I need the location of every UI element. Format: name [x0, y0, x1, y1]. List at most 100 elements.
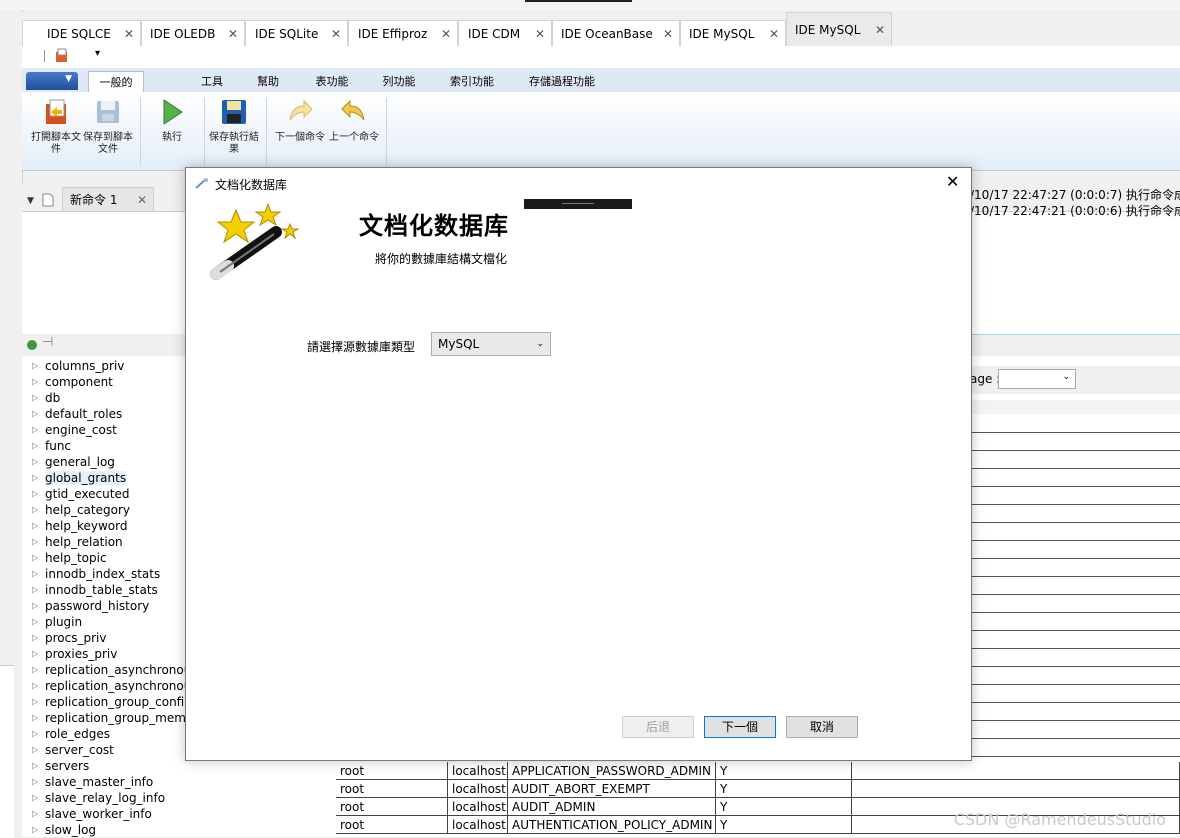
tree-item[interactable]: ▷ help_category — [22, 502, 130, 518]
tree-item[interactable]: ▷ help_topic — [22, 550, 107, 566]
close-icon[interactable]: ✕ — [535, 21, 545, 47]
grid-cell[interactable]: APPLICATION_PASSWORD_ADMIN — [508, 762, 716, 780]
cmd-tab-dropdown-icon[interactable]: ▼ — [27, 196, 34, 206]
grid-cell[interactable] — [852, 780, 1180, 798]
close-icon[interactable]: ✕ — [228, 21, 238, 47]
tree-item[interactable]: ▷ replication_asynchronou — [22, 662, 185, 678]
dialog-drag-handle[interactable] — [524, 199, 632, 209]
ribbon-tab-index[interactable]: 索引功能 — [442, 71, 502, 92]
page-select[interactable]: ⌄ — [998, 369, 1076, 389]
tree-item[interactable]: ▷ replication_group_config — [22, 694, 185, 710]
tree-item[interactable]: ▷ global_grants — [22, 470, 127, 486]
expand-icon[interactable]: ▷ — [32, 678, 38, 694]
save-script-button[interactable]: 保存到腳本文件 — [82, 98, 134, 156]
close-icon[interactable]: ✕ — [663, 21, 673, 47]
grid-cell[interactable]: AUDIT_ADMIN — [508, 798, 716, 816]
tree-item[interactable]: ▷ columns_priv — [22, 358, 124, 374]
grid-cell[interactable]: Y — [716, 780, 852, 798]
doc-tab-cdm[interactable]: IDE CDM ✕ — [458, 20, 552, 46]
expand-icon[interactable]: ▷ — [32, 534, 38, 550]
doc-tab-mysql-active[interactable]: IDE MySQL ✕ — [786, 12, 892, 46]
tree-item[interactable]: ▷ plugin — [22, 614, 82, 630]
new-document-icon[interactable] — [42, 193, 54, 207]
expand-icon[interactable]: ▷ — [32, 374, 38, 390]
application-menu-button[interactable]: ▼ — [26, 72, 78, 90]
back-button[interactable]: 后退 — [622, 716, 694, 738]
grid-cell[interactable]: root — [336, 798, 448, 816]
ribbon-tab-general[interactable]: 一般的 — [88, 71, 144, 92]
tree-item[interactable]: ▷ gtid_executed — [22, 486, 129, 502]
tree-item[interactable]: ▷ innodb_index_stats — [22, 566, 160, 582]
expand-icon[interactable]: ▷ — [32, 630, 38, 646]
cancel-button[interactable]: 取消 — [786, 716, 858, 738]
tree-item[interactable]: ▷ slave_relay_log_info — [22, 790, 165, 806]
close-icon[interactable]: ✕ — [441, 21, 451, 47]
expand-icon[interactable]: ▷ — [32, 454, 38, 470]
tree-item[interactable]: ▷ slow_log — [22, 822, 96, 837]
tree-item[interactable]: ▷ replication_group_memb — [22, 710, 185, 726]
close-icon[interactable]: ✕ — [331, 21, 341, 47]
expand-icon[interactable]: ▷ — [32, 390, 38, 406]
close-icon[interactable]: ✕ — [875, 13, 885, 47]
grid-cell[interactable] — [852, 762, 1180, 780]
grid-cell[interactable]: root — [336, 780, 448, 798]
expand-icon[interactable]: ▷ — [32, 822, 38, 837]
expand-icon[interactable]: ▷ — [32, 742, 38, 758]
grid-cell[interactable]: localhost — [448, 762, 508, 780]
expand-icon[interactable]: ▷ — [32, 358, 38, 374]
source-db-type-select[interactable]: MySQL ⌄ — [431, 332, 551, 356]
expand-icon[interactable]: ▷ — [32, 422, 38, 438]
expand-icon[interactable]: ▷ — [32, 502, 38, 518]
expand-icon[interactable]: ▷ — [32, 438, 38, 454]
next-command-button[interactable]: 下一個命令 — [274, 98, 326, 144]
tree-item[interactable]: ▷ server_cost — [22, 742, 114, 758]
quick-open-icon[interactable] — [54, 48, 70, 64]
doc-tab-sqlce[interactable]: IDE SQLCE ✕ — [22, 20, 141, 46]
next-button[interactable]: 下一個 — [704, 716, 776, 738]
grid-cell[interactable]: root — [336, 762, 448, 780]
expand-icon[interactable]: ▷ — [32, 710, 38, 726]
tree-item[interactable]: ▷ innodb_table_stats — [22, 582, 158, 598]
tree-item[interactable]: ▷ replication_asynchronou — [22, 678, 185, 694]
grid-cell[interactable]: Y — [716, 762, 852, 780]
expand-icon[interactable]: ▷ — [32, 806, 38, 822]
expand-icon[interactable]: ▷ — [32, 566, 38, 582]
tree-item[interactable]: ▷ db — [22, 390, 60, 406]
doc-tab-effiproz[interactable]: IDE Effiproz ✕ — [348, 20, 458, 46]
tree-item[interactable]: ▷ func — [22, 438, 71, 454]
grid-cell[interactable]: localhost — [448, 780, 508, 798]
command-tab-1[interactable]: 新命令 1 ✕ — [62, 187, 154, 211]
tree-item[interactable]: ▷ procs_priv — [22, 630, 106, 646]
open-script-button[interactable]: 打開腳本文件 — [30, 98, 82, 156]
expand-icon[interactable]: ▷ — [32, 758, 38, 774]
tree-item[interactable]: ▷ slave_worker_info — [22, 806, 152, 822]
expand-icon[interactable]: ▷ — [32, 406, 38, 422]
dialog-close-button[interactable]: ✕ — [946, 172, 959, 191]
grid-cell[interactable]: localhost — [448, 798, 508, 816]
grid-cell[interactable]: Y — [716, 816, 852, 834]
doc-tab-oceanbase[interactable]: IDE OceanBase ✕ — [552, 20, 680, 46]
expand-icon[interactable]: ▷ — [32, 582, 38, 598]
tree-item[interactable]: ▷ help_relation — [22, 534, 123, 550]
tree-item[interactable]: ▷ component — [22, 374, 113, 390]
expand-icon[interactable]: ▷ — [32, 662, 38, 678]
tree-item[interactable]: ▷ servers — [22, 758, 89, 774]
expand-icon[interactable]: ▷ — [32, 550, 38, 566]
grid-cell[interactable]: AUTHENTICATION_POLICY_ADMIN — [508, 816, 716, 834]
expand-icon[interactable]: ▷ — [32, 726, 38, 742]
expand-icon[interactable]: ▷ — [32, 694, 38, 710]
connect-icon[interactable] — [25, 338, 39, 352]
tree-item[interactable]: ▷ slave_master_info — [22, 774, 153, 790]
tree-item[interactable]: ▷ help_keyword — [22, 518, 127, 534]
tree-item[interactable]: ▷ password_history — [22, 598, 149, 614]
expand-icon[interactable]: ▷ — [32, 646, 38, 662]
tree-item[interactable]: ▷ role_edges — [22, 726, 110, 742]
ribbon-tab-help[interactable]: 幫助 — [248, 71, 288, 92]
ribbon-tab-column[interactable]: 列功能 — [374, 71, 424, 92]
doc-tab-oledb[interactable]: IDE OLEDB ✕ — [141, 20, 245, 46]
pin-icon[interactable]: ⊣ — [42, 335, 53, 350]
expand-icon[interactable]: ▷ — [32, 486, 38, 502]
customize-qa-icon[interactable]: ▾ — [95, 48, 100, 59]
expand-icon[interactable]: ▷ — [32, 598, 38, 614]
ribbon-tab-tools[interactable]: 工具 — [192, 71, 232, 92]
